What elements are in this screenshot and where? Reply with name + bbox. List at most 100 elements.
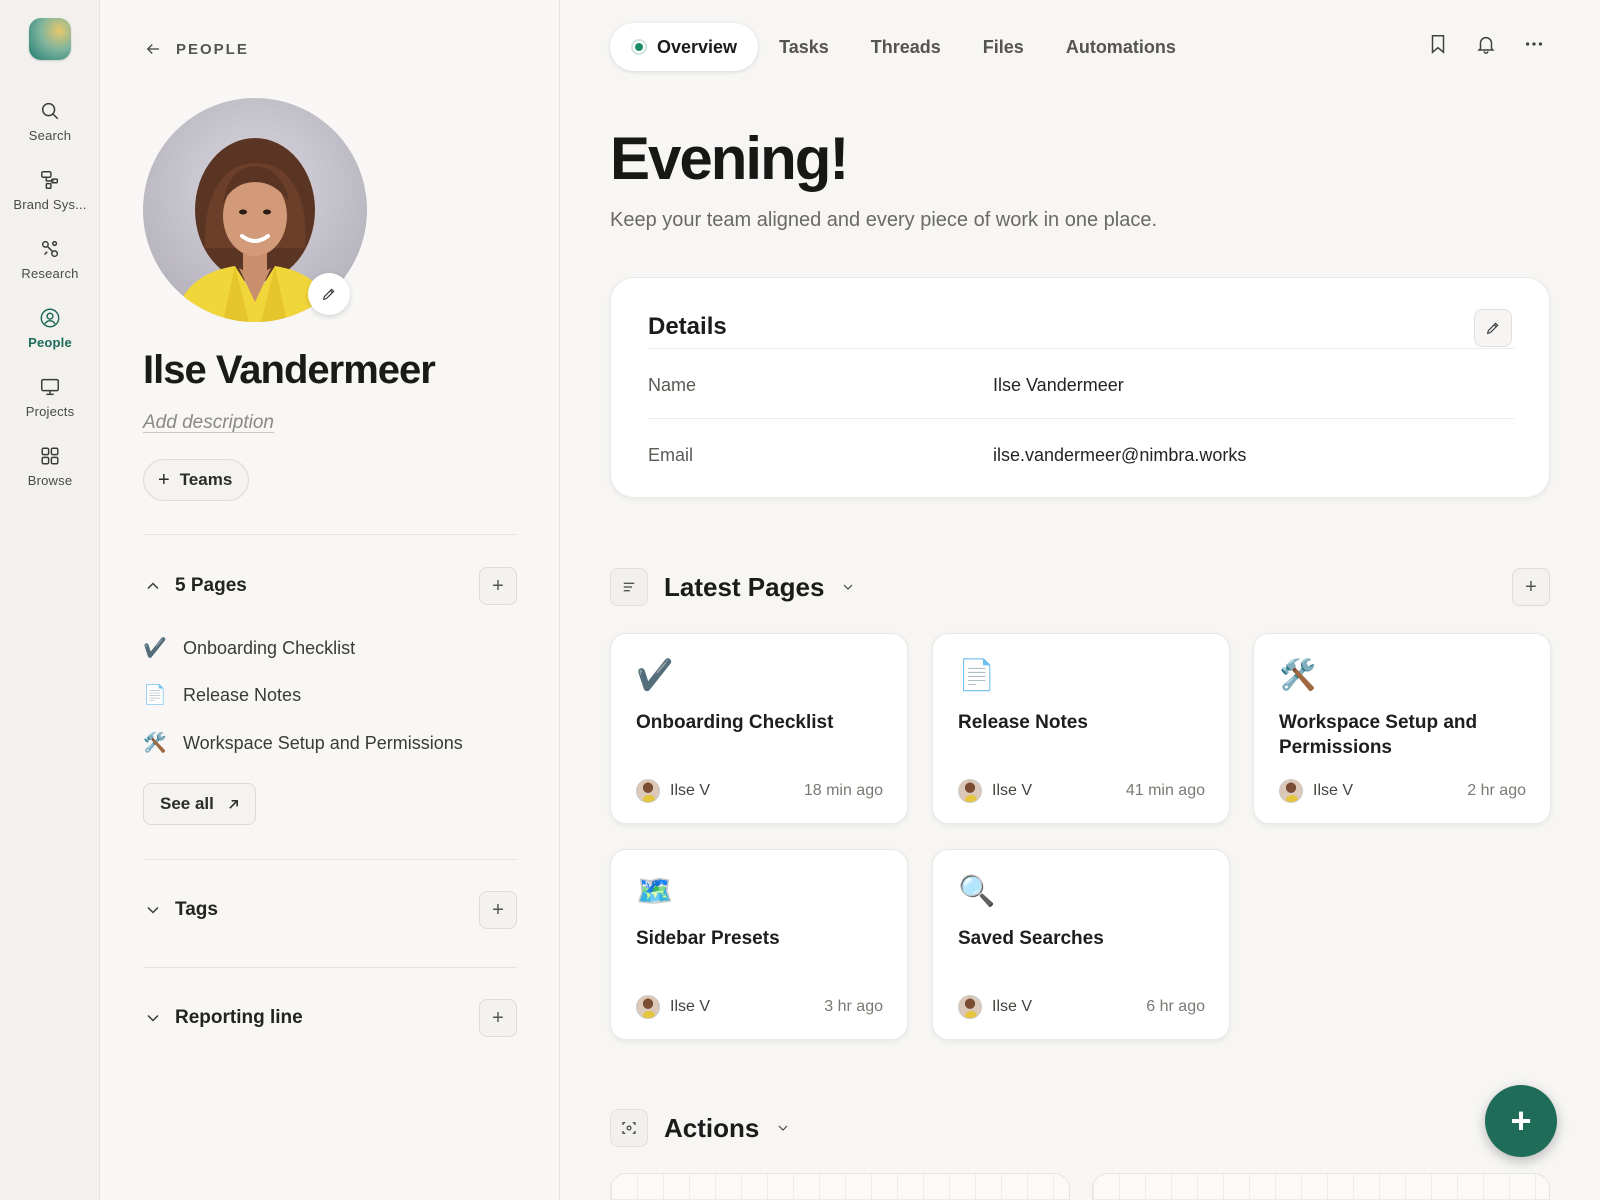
tags-section-header: Tags + — [143, 891, 517, 929]
detail-value-email[interactable]: ilse.vandermeer@nimbra.works — [993, 445, 1246, 466]
plus-icon: + — [1525, 575, 1537, 598]
chevron-down-icon[interactable] — [143, 900, 163, 920]
avatar — [636, 779, 660, 803]
rail-item-projects[interactable]: Projects — [0, 376, 100, 434]
page-card-author: Ilse V — [670, 998, 711, 1015]
chevron-down-icon[interactable] — [840, 579, 856, 595]
page-card-title: Release Notes — [958, 712, 1088, 733]
plus-icon: + — [492, 898, 504, 921]
page-card[interactable]: 🔍 Saved Searches Ilse V 6 hr ago — [932, 849, 1230, 1040]
add-reporting-line-button[interactable]: + — [479, 999, 517, 1037]
avatar — [958, 779, 982, 803]
page-card[interactable]: 🛠️ Workspace Setup and Permissions Ilse … — [1253, 633, 1551, 824]
rail-item-people[interactable]: People — [0, 307, 100, 365]
page-link-onboarding-checklist[interactable]: ✔️ Onboarding Checklist — [143, 633, 355, 663]
pencil-icon — [1486, 322, 1499, 335]
person-circle-icon — [40, 308, 60, 328]
rail-item-label: People — [28, 335, 72, 350]
page-card-time: 41 min ago — [1125, 782, 1205, 799]
plus-icon: + — [1510, 1100, 1532, 1141]
rail-item-label: Research — [21, 266, 79, 281]
back-to-people-link[interactable]: PEOPLE — [144, 40, 249, 58]
action-card-preview[interactable] — [610, 1173, 1070, 1200]
magnifier-icon: 🔍 — [958, 875, 996, 908]
top-actions — [1427, 33, 1545, 55]
avatar — [958, 995, 982, 1019]
grid-icon — [41, 447, 59, 465]
detail-value-name[interactable]: Ilse Vandermeer — [993, 375, 1124, 396]
reporting-line-title: Reporting line — [175, 1007, 303, 1028]
tab-label: Files — [982, 36, 1024, 57]
rail-item-research[interactable]: Research — [0, 238, 100, 296]
create-new-button[interactable]: + — [1485, 1085, 1557, 1157]
tab-threads[interactable]: Threads — [850, 23, 962, 71]
tools-icon: 🛠️ — [143, 733, 167, 754]
detail-key-email: Email — [648, 445, 694, 465]
arrow-up-right-icon — [229, 799, 238, 809]
greeting-heading: Evening! — [610, 125, 849, 192]
page-card-meta: Ilse V 2 hr ago — [1279, 779, 1526, 803]
rail-item-search[interactable]: Search — [0, 100, 100, 158]
page-card-author: Ilse V — [670, 782, 711, 799]
page-card-time: 2 hr ago — [1467, 782, 1526, 799]
avatar — [636, 995, 660, 1019]
details-title: Details — [648, 313, 727, 340]
chevron-up-icon[interactable] — [143, 576, 163, 596]
page-link-title: Workspace Setup and Permissions — [183, 732, 463, 753]
add-page-button[interactable]: + — [479, 567, 517, 605]
more-icon[interactable] — [1523, 33, 1545, 55]
add-description-link[interactable]: Add description — [143, 412, 274, 434]
tab-tasks[interactable]: Tasks — [758, 23, 850, 71]
bell-icon[interactable] — [1475, 33, 1497, 55]
pencil-icon — [322, 288, 335, 301]
app-rail: Search Brand Sys... Research People Proj… — [0, 0, 100, 1200]
detail-key-name: Name — [648, 375, 697, 395]
plus-icon: + — [492, 574, 504, 597]
person-name: Ilse Vandermeer — [143, 348, 436, 392]
rail-item-brand-system[interactable]: Brand Sys... — [0, 169, 100, 227]
pages-count-title: 5 Pages — [175, 575, 247, 596]
page-link-title: Release Notes — [183, 684, 302, 705]
edit-details-button[interactable] — [1474, 309, 1512, 347]
page-card[interactable]: 🗺️ Sidebar Presets Ilse V 3 hr ago — [610, 849, 908, 1040]
add-teams-button[interactable]: + Teams — [143, 459, 250, 501]
page-link-workspace-setup[interactable]: 🛠️ Workspace Setup and Permissions — [143, 728, 463, 758]
tab-automations[interactable]: Automations — [1045, 23, 1197, 71]
rail-item-browse[interactable]: Browse — [0, 445, 100, 503]
chevron-down-icon[interactable] — [143, 1008, 163, 1028]
tab-label: Tasks — [779, 36, 829, 57]
tab-overview[interactable]: Overview — [610, 23, 759, 71]
actions-icon-box — [610, 1109, 648, 1147]
bookmark-icon[interactable] — [1427, 33, 1449, 55]
divider — [143, 859, 517, 860]
greeting-subtitle: Keep your team aligned and every piece o… — [610, 209, 1158, 231]
page-card-meta: Ilse V 3 hr ago — [636, 995, 883, 1019]
actions-header: Actions — [610, 1108, 1550, 1148]
plus-icon: + — [158, 469, 170, 491]
profile-panel: PEOPLE Ilse Vandermeer Add description +… — [100, 0, 560, 1200]
rail-item-label: Search — [28, 128, 72, 143]
tab-files[interactable]: Files — [962, 23, 1045, 71]
divider — [143, 534, 517, 535]
latest-pages-icon-box — [610, 568, 648, 606]
reporting-line-section-header: Reporting line + — [143, 999, 517, 1037]
checkmark-icon: ✔️ — [636, 659, 674, 692]
see-all-pages-button[interactable]: See all — [143, 783, 256, 825]
add-tag-button[interactable]: + — [479, 891, 517, 929]
chevron-down-icon[interactable] — [775, 1120, 791, 1136]
latest-pages-title: Latest Pages — [664, 571, 825, 602]
page-card-time: 3 hr ago — [824, 998, 883, 1015]
action-card-preview[interactable] — [1092, 1173, 1550, 1200]
tab-label: Overview — [657, 36, 738, 57]
workspace-logo[interactable] — [29, 18, 71, 60]
nodes-icon — [41, 240, 59, 258]
page-card[interactable]: ✔️ Onboarding Checklist Ilse V 18 min ag… — [610, 633, 908, 824]
page-link-release-notes[interactable]: 📄 Release Notes — [143, 680, 301, 710]
text-lines-icon — [623, 582, 635, 592]
page-card-title: Onboarding Checklist — [636, 712, 834, 733]
add-latest-page-button[interactable]: + — [1512, 568, 1550, 606]
page-card[interactable]: 📄 Release Notes Ilse V 41 min ago — [932, 633, 1230, 824]
details-card: Details Name Ilse Vandermeer Email ilse.… — [610, 277, 1550, 498]
page-card-title: Workspace Setup and Permissions — [1279, 712, 1478, 758]
edit-avatar-button[interactable] — [308, 273, 350, 315]
